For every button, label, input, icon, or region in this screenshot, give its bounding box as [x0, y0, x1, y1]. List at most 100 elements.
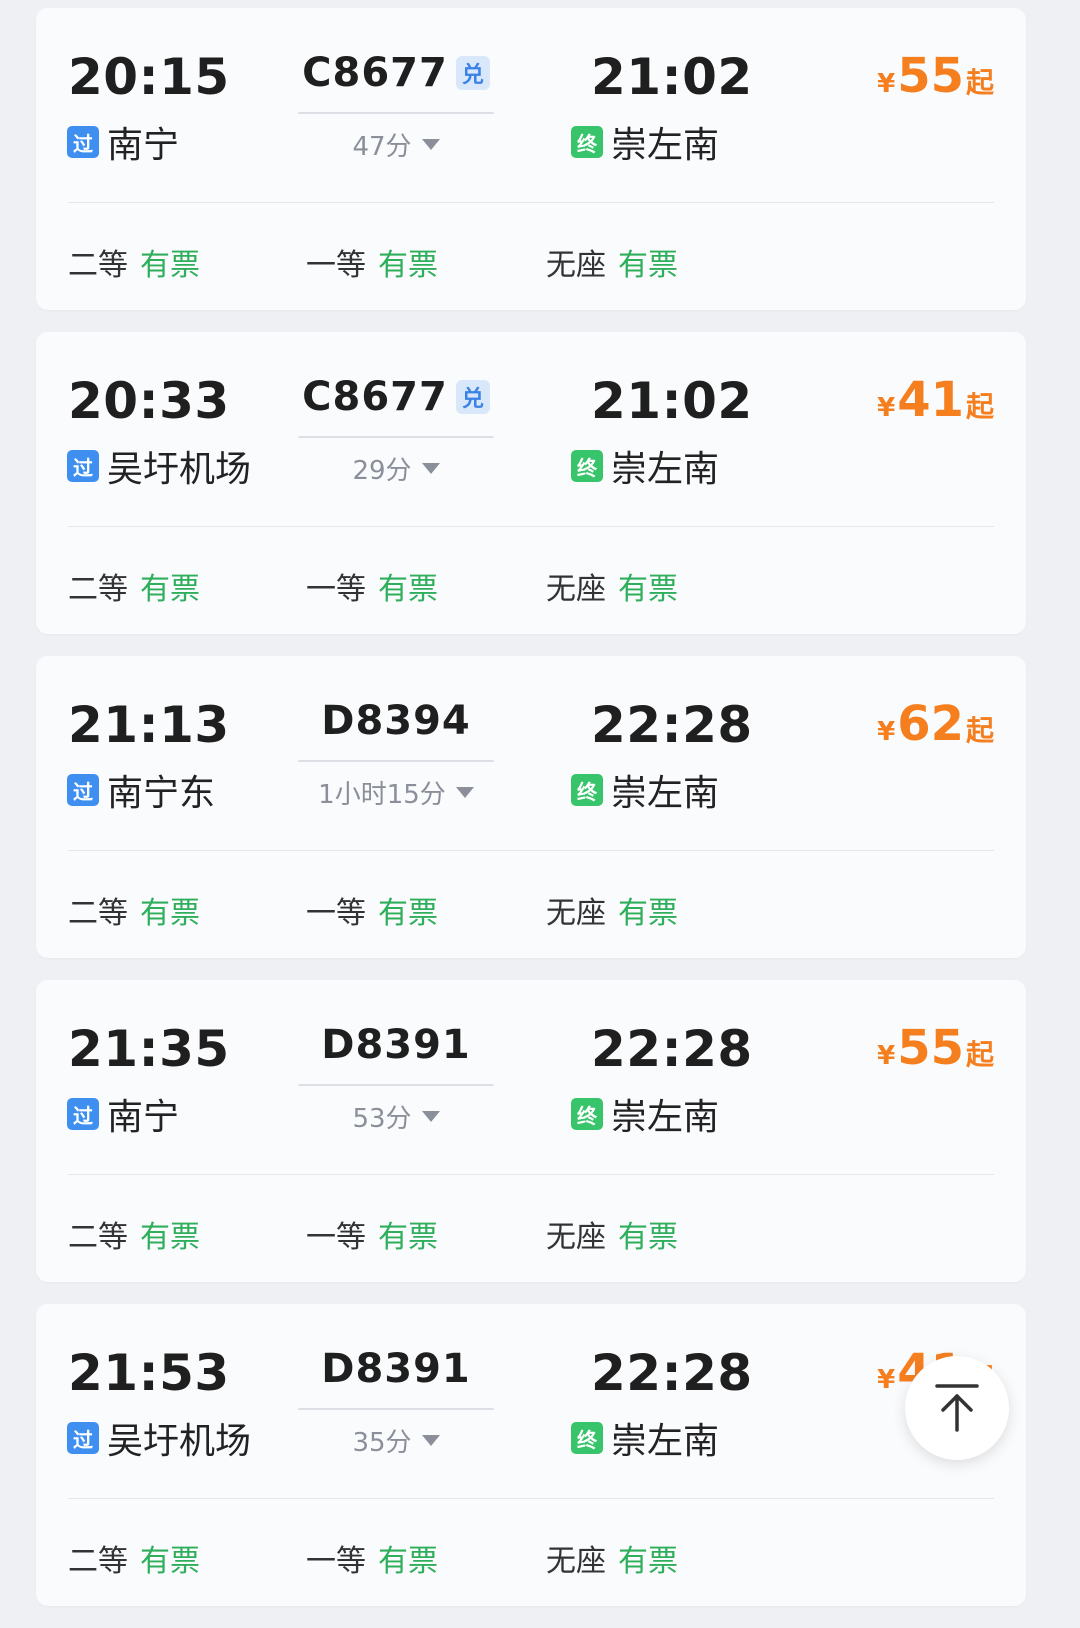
- seat-availability: 有票: [140, 896, 200, 931]
- duration-toggle[interactable]: 53分: [298, 1098, 494, 1135]
- price: ¥ 55 起: [877, 1020, 994, 1076]
- divider: [68, 1174, 994, 1175]
- departure-station-name: 南宁东: [107, 773, 216, 814]
- caret-down-icon: [421, 1111, 440, 1122]
- train-info: D8391 35分: [298, 1344, 494, 1464]
- train-number: D8391: [321, 1022, 471, 1068]
- seat-class: 二等: [68, 1544, 128, 1579]
- arrival-station-name: 崇左南: [611, 773, 720, 814]
- train-info: D8391 53分: [298, 1020, 494, 1140]
- arrival-station-name: 崇左南: [611, 449, 720, 490]
- departure-station: 过 南宁: [67, 122, 179, 166]
- seat-no-seat: 无座 有票: [546, 1536, 678, 1580]
- departure-time: 21:35: [68, 1020, 230, 1078]
- train-card[interactable]: 21:53 过 吴圩机场 D8391 35分 22:28 终 崇左南 ¥ 二等 …: [36, 1304, 1026, 1606]
- seat-class: 二等: [68, 1220, 128, 1255]
- route-line: [298, 112, 494, 114]
- train-info: D8394 1小时15分: [298, 696, 494, 816]
- seat-first-class: 一等 有票: [306, 1212, 438, 1256]
- seat-no-seat: 无座 有票: [546, 564, 678, 608]
- seat-class: 一等: [306, 1220, 366, 1255]
- departure-time: 20:15: [68, 48, 230, 106]
- duration: 53分: [352, 1104, 412, 1134]
- train-info: C8677 兑 29分: [298, 372, 494, 492]
- terminal-tag: 终: [571, 126, 603, 158]
- departure-time: 20:33: [68, 372, 230, 430]
- pass-through-tag: 过: [67, 774, 99, 806]
- pass-through-tag: 过: [67, 126, 99, 158]
- currency-symbol: ¥: [877, 69, 896, 99]
- seat-class: 无座: [546, 572, 606, 607]
- seat-no-seat: 无座 有票: [546, 1212, 678, 1256]
- train-list: 20:15 过 南宁 C8677 兑 47分 21:02 终 崇左南 ¥ 55 …: [36, 8, 1026, 1628]
- seat-no-seat: 无座 有票: [546, 888, 678, 932]
- exchange-badge: 兑: [455, 56, 490, 90]
- arrival-time: 22:28: [591, 1344, 753, 1402]
- seat-availability: 有票: [618, 1544, 678, 1579]
- departure-time: 21:13: [68, 696, 230, 754]
- currency-symbol: ¥: [877, 1041, 896, 1071]
- currency-symbol: ¥: [877, 393, 896, 423]
- seat-class: 无座: [546, 1220, 606, 1255]
- train-card[interactable]: 20:15 过 南宁 C8677 兑 47分 21:02 终 崇左南 ¥ 55 …: [36, 8, 1026, 310]
- departure-station: 过 吴圩机场: [67, 446, 251, 490]
- price-suffix: 起: [965, 714, 994, 747]
- duration-toggle[interactable]: 29分: [298, 450, 494, 487]
- pass-through-tag: 过: [67, 450, 99, 482]
- seat-availability: 有票: [618, 572, 678, 607]
- seat-availability: 有票: [378, 1220, 438, 1255]
- seat-second-class: 二等 有票: [68, 240, 200, 284]
- train-info: C8677 兑 47分: [298, 48, 494, 168]
- arrival-time: 22:28: [591, 696, 753, 754]
- seat-class: 无座: [546, 896, 606, 931]
- back-to-top-button[interactable]: [905, 1356, 1009, 1460]
- seat-first-class: 一等 有票: [306, 888, 438, 932]
- duration-toggle[interactable]: 47分: [298, 126, 494, 163]
- train-card[interactable]: 21:35 过 南宁 D8391 53分 22:28 终 崇左南 ¥ 55 起 …: [36, 980, 1026, 1282]
- departure-station-name: 南宁: [107, 125, 180, 166]
- currency-symbol: ¥: [877, 1365, 896, 1395]
- train-card[interactable]: 20:33 过 吴圩机场 C8677 兑 29分 21:02 终 崇左南 ¥ 4…: [36, 332, 1026, 634]
- arrival-station-name: 崇左南: [611, 1097, 720, 1138]
- seat-availability: 有票: [378, 248, 438, 283]
- seat-second-class: 二等 有票: [68, 1536, 200, 1580]
- divider: [68, 850, 994, 851]
- terminal-tag: 终: [571, 774, 603, 806]
- duration: 1小时15分: [318, 780, 446, 810]
- arrival-station: 终 崇左南: [571, 1094, 719, 1138]
- seat-second-class: 二等 有票: [68, 564, 200, 608]
- arrival-station: 终 崇左南: [571, 122, 719, 166]
- caret-down-icon: [421, 1435, 440, 1446]
- departure-station-name: 吴圩机场: [107, 1421, 252, 1462]
- duration: 47分: [352, 132, 412, 162]
- seat-availability: 有票: [140, 1544, 200, 1579]
- duration: 35分: [352, 1428, 412, 1458]
- train-number: D8394: [321, 698, 471, 744]
- seat-no-seat: 无座 有票: [546, 240, 678, 284]
- seat-second-class: 二等 有票: [68, 888, 200, 932]
- route-line: [298, 760, 494, 762]
- arrow-up-to-top-icon: [935, 1384, 979, 1432]
- seat-availability: 有票: [618, 896, 678, 931]
- divider: [68, 526, 994, 527]
- seat-availability: 有票: [140, 248, 200, 283]
- seat-availability: 有票: [140, 1220, 200, 1255]
- seat-availability: 有票: [618, 1220, 678, 1255]
- seat-availability: 有票: [378, 572, 438, 607]
- seat-class: 二等: [68, 572, 128, 607]
- price-amount: 55: [897, 1020, 964, 1076]
- seat-availability: 有票: [140, 572, 200, 607]
- duration-toggle[interactable]: 35分: [298, 1422, 494, 1459]
- duration-toggle[interactable]: 1小时15分: [298, 774, 494, 811]
- departure-station-name: 南宁: [107, 1097, 180, 1138]
- arrival-station: 终 崇左南: [571, 770, 719, 814]
- departure-station: 过 南宁: [67, 1094, 179, 1138]
- seat-class: 无座: [546, 1544, 606, 1579]
- train-number: D8391: [321, 1346, 471, 1392]
- price-amount: 41: [897, 372, 964, 428]
- seat-second-class: 二等 有票: [68, 1212, 200, 1256]
- price: ¥ 41 起: [877, 372, 994, 428]
- train-card[interactable]: 21:13 过 南宁东 D8394 1小时15分 22:28 终 崇左南 ¥ 6…: [36, 656, 1026, 958]
- price-suffix: 起: [965, 66, 994, 99]
- price-amount: 55: [897, 48, 964, 104]
